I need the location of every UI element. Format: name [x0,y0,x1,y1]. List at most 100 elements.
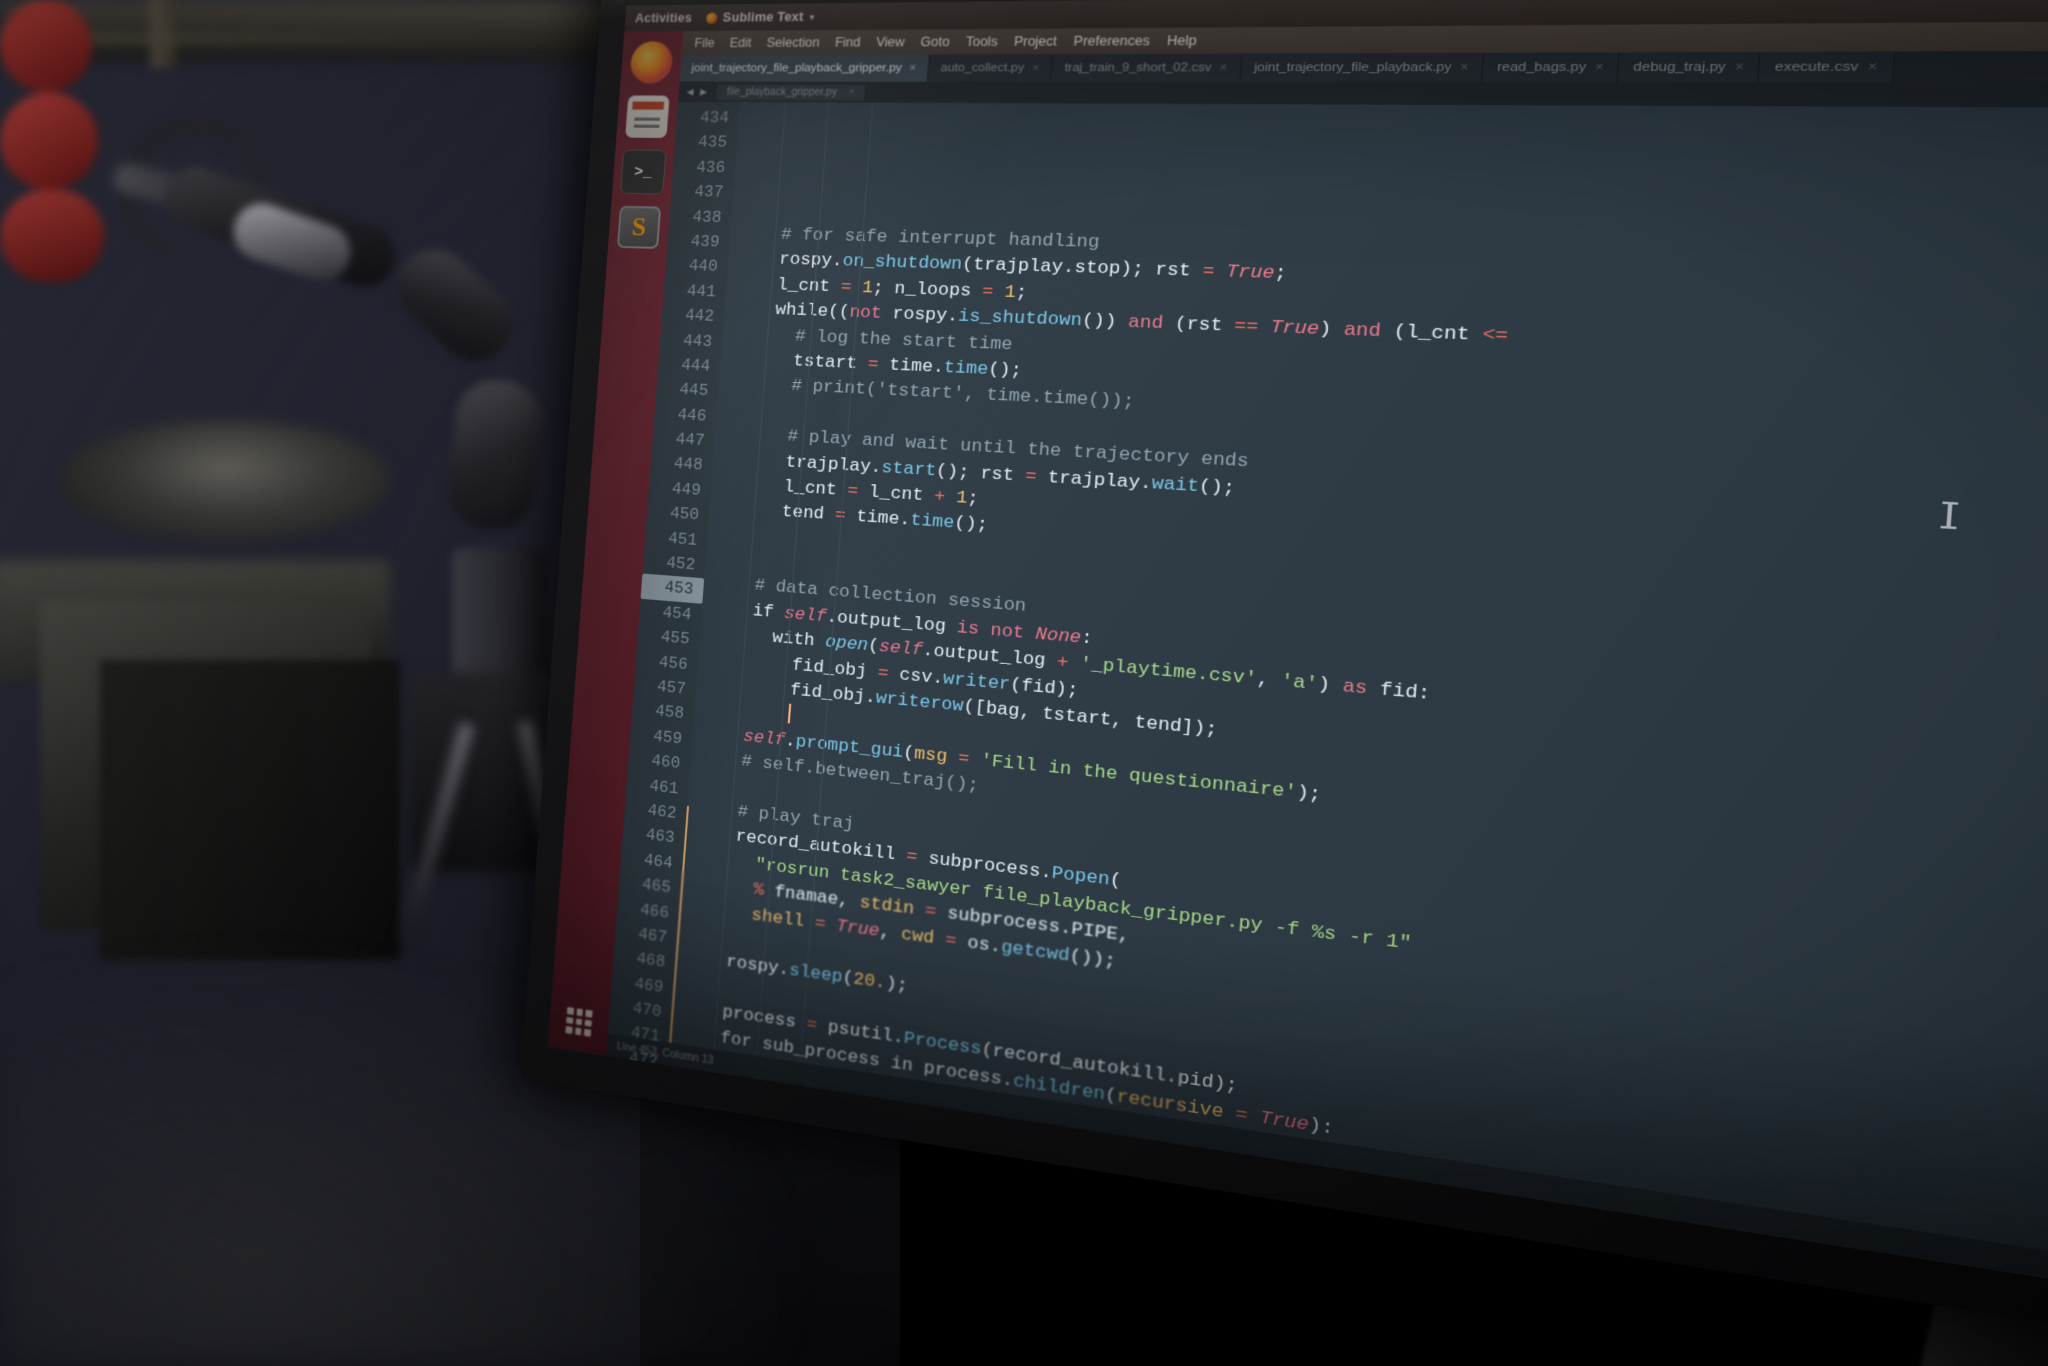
text-caret [787,704,792,724]
code-token: msg [912,1187,948,1214]
monitor: Activities Sublime Text ▾ ~/ros_ws/src/i… [516,0,2048,1366]
menu-item-file[interactable]: File [694,36,715,50]
menu-item-tools[interactable]: Tools [965,34,998,49]
menu-item-selection[interactable]: Selection [766,35,820,50]
tab-5[interactable]: debug_traj.py × [1617,51,1762,83]
monitor-bezel: Activities Sublime Text ▾ ~/ros_ws/src/i… [520,0,2048,1366]
tab-label: traj_train_9_short_02.csv [1064,61,1213,75]
code-token: fid_obj [791,655,879,684]
line-number: 444 [680,356,711,376]
code-token: (); [1198,476,1236,500]
code-token: not [989,620,1025,644]
code-token: (); [987,360,1023,382]
files-icon[interactable] [625,95,670,138]
menu-item-find[interactable]: Find [834,35,860,50]
line-number: 440 [688,257,719,277]
code-token: time [909,511,956,535]
menu-item-project[interactable]: Project [1013,34,1057,49]
code-token: ( [836,1174,849,1197]
tab-scroll-arrows[interactable]: ◀ ▶ [686,86,709,97]
app-menu-label: Sublime Text [722,9,805,25]
line-number: 443 [682,331,713,351]
code-token: shell [750,905,805,932]
code-token: fid: [1366,679,1432,706]
photo-scene: Activities Sublime Text ▾ ~/ros_ws/src/i… [0,0,2048,1366]
line-number: 447 [674,430,706,451]
tab-label: joint_trajectory_file_playback_gripper.p… [691,61,903,75]
close-icon[interactable]: × [1031,62,1039,75]
code-token: tend [781,502,836,526]
tab-4[interactable]: read_bags.py × [1482,52,1621,83]
code-token: 'a' [1280,671,1319,697]
code-token: prompt_gui [766,1111,875,1149]
code-token: None [1034,624,1082,649]
code-token: rospy. [778,250,844,273]
code-token: (); rst [935,461,1026,487]
code-token: cwd [900,924,935,949]
code-token: = [956,1194,970,1217]
code-token: as [1341,676,1369,701]
line-number: 445 [678,380,709,401]
firefox-icon[interactable] [629,41,674,84]
tab-0[interactable]: joint_trajectory_file_playback_gripper.p… [679,54,930,82]
code-area[interactable]: # for safe interrupt handling rospy.on_sh… [669,102,2048,1299]
code-editor[interactable]: 434 435 436 437 438 439 440 441 442 443 444 445 446 4… [607,101,2048,1299]
line-number: 446 [676,405,708,426]
code-token: <= [1481,325,1509,348]
code-token: trajplay. [1035,466,1153,495]
code-token: (); [953,514,989,537]
activities-button[interactable]: Activities [635,11,693,26]
code-token: . [755,1109,768,1132]
close-icon[interactable]: × [1868,60,1878,74]
code-token: True [1269,317,1320,341]
line-number: 437 [693,183,724,202]
line-number: 441 [686,281,717,302]
tab-1[interactable]: auto_collect.py × [927,54,1054,82]
code-token: is [956,618,980,641]
code-token: l_cnt [776,275,842,298]
tab-3[interactable]: joint_trajectory_file_playback.py × [1240,52,1485,83]
code-token: tstart [792,351,869,375]
close-icon[interactable]: × [1219,61,1228,74]
close-icon[interactable]: × [1595,61,1604,75]
line-number: 439 [689,232,721,252]
close-icon[interactable]: × [909,62,917,75]
close-icon[interactable]: × [1460,61,1469,75]
sublime-text-dock-icon[interactable]: S [616,205,662,249]
terminal-icon[interactable]: >_ [619,149,667,195]
close-icon[interactable]: × [1735,60,1745,74]
menu-item-goto[interactable]: Goto [920,34,950,49]
tab-label: debug_traj.py [1632,60,1727,75]
code-token: ) [1316,674,1344,699]
code-token: ); [884,974,909,998]
code-token: and [1342,320,1382,344]
secondary-tab-label: file_playback_gripper.py [726,86,838,98]
chevron-down-icon: ▾ [809,12,815,22]
show-applications-icon[interactable] [565,1006,593,1037]
line-number: 436 [695,158,726,178]
code-token: (); [873,1128,908,1155]
code-token: rospy. [725,952,790,982]
code-token: self [714,1103,758,1130]
menu-item-help[interactable]: Help [1166,33,1197,48]
line-number: 473 [626,1073,657,1097]
code-token: self [878,637,924,662]
tab-2[interactable]: traj_train_9_short_02.csv × [1051,53,1243,83]
menu-item-edit[interactable]: Edit [729,36,752,50]
menu-item-view[interactable]: View [876,35,906,50]
code-token: l_cnt [782,477,849,502]
code-token: (rst [1162,314,1235,338]
secondary-tab[interactable]: file_playback_gripper.py × [716,84,866,100]
code-token: is_shutdown [957,307,1083,332]
menu-item-preferences[interactable]: Preferences [1073,33,1150,48]
code-token: ; [966,488,980,510]
code-token: Popen [1050,864,1111,892]
code-token: 20. [852,970,887,995]
tab-6[interactable]: execute.csv × [1758,51,1895,83]
line-number: 438 [691,207,723,227]
close-icon[interactable]: × [848,86,855,97]
app-menu[interactable]: Sublime Text ▾ [705,10,814,25]
code-token: time [943,358,989,381]
code-token: True [1225,262,1276,285]
